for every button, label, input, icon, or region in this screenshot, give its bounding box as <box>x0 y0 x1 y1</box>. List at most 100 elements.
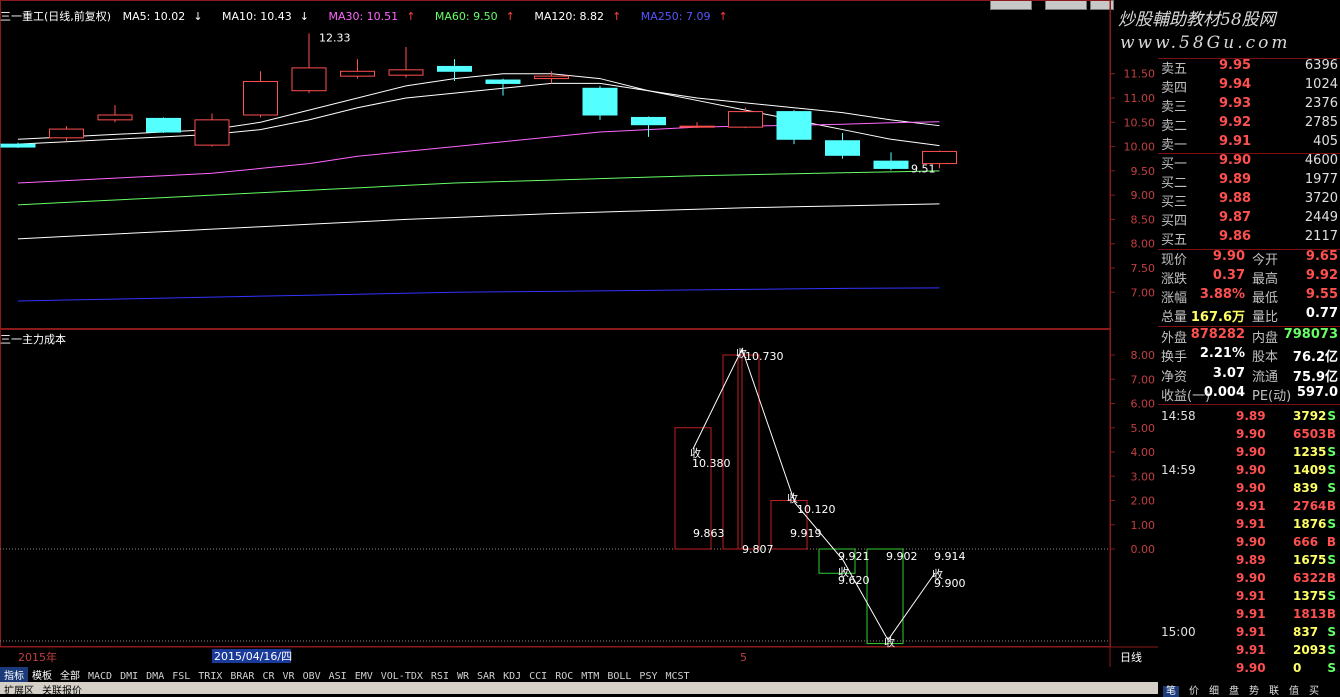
ma120-line <box>17 203 940 240</box>
tick-price: 9.90 <box>1236 463 1266 477</box>
stat-value: 167.6万 <box>1190 310 1245 325</box>
stat-label: 涨幅 <box>1161 291 1188 306</box>
tab-trix[interactable]: TRIX <box>194 671 226 682</box>
stat-value: 0.77 <box>1305 306 1338 321</box>
stat-label: 最低 <box>1252 291 1279 306</box>
bottom-link[interactable]: 扩展区 <box>4 686 34 697</box>
tick-side: S <box>1327 553 1336 567</box>
tick-volume: 1409 <box>1293 463 1327 477</box>
tick-side: S <box>1327 517 1336 531</box>
side-tabs: 笔价细盘势联值买 <box>1158 682 1340 697</box>
candle-body <box>679 125 715 128</box>
side-tab[interactable]: 买 <box>1309 686 1319 697</box>
tab-vr[interactable]: VR <box>279 671 299 682</box>
ind-axis-label: 0.00 <box>1131 543 1156 556</box>
tab-boll[interactable]: BOLL <box>603 671 635 682</box>
side-tab[interactable]: 笔 <box>1163 686 1179 697</box>
tab-wr[interactable]: WR <box>453 671 473 682</box>
ind-axis-label: 8.00 <box>1131 349 1156 362</box>
tab-kdj[interactable]: KDJ <box>499 671 525 682</box>
side-tab[interactable]: 价 <box>1189 686 1199 697</box>
tab-dma[interactable]: DMA <box>142 671 168 682</box>
tick-price: 9.90 <box>1236 535 1266 549</box>
orderbook-label: 卖四 <box>1161 81 1188 96</box>
tab-macd[interactable]: MACD <box>84 671 116 682</box>
stat-value: 597.0 <box>1296 385 1338 400</box>
orderbook-row: 买一 9.90 4600 <box>1161 153 1338 172</box>
candle-body <box>49 128 84 139</box>
tab-mtm[interactable]: MTM <box>577 671 603 682</box>
tick-row: 9.91 2093 S <box>1161 643 1338 661</box>
tab-cci[interactable]: CCI <box>525 671 551 682</box>
tab-emv[interactable]: EMV <box>351 671 377 682</box>
date-month: 5 <box>740 651 747 664</box>
orderbook-row: 买三 9.88 3720 <box>1161 191 1338 210</box>
stat-label: PE(动) <box>1252 389 1292 404</box>
tab-vol-tdx[interactable]: VOL-TDX <box>377 671 427 682</box>
orderbook-price: 9.90 <box>1219 153 1252 168</box>
tab-obv[interactable]: OBV <box>299 671 325 682</box>
stat-row: 涨幅 3.88% 最低 9.55 <box>1161 287 1338 306</box>
price-axis-label: 11.50 <box>1124 68 1156 81</box>
side-tab[interactable]: 盘 <box>1229 686 1239 697</box>
kline-chart[interactable]: 2015年2015/04/16/四5日线+ - 0 12.339.51 11.5… <box>0 0 1158 667</box>
main-pane-frame <box>0 0 1111 329</box>
tab-cr[interactable]: CR <box>258 671 278 682</box>
stat-value: 76.2亿 <box>1292 350 1338 365</box>
tick-price: 9.90 <box>1236 571 1266 585</box>
orderbook-price: 9.93 <box>1219 96 1252 111</box>
indicator-title: 三一主力成本 <box>0 333 66 346</box>
tick-price: 9.91 <box>1236 517 1266 531</box>
tab-roc[interactable]: ROC <box>551 671 577 682</box>
cost-bar-inner <box>737 354 743 550</box>
tab-brar[interactable]: BRAR <box>226 671 258 682</box>
side-tab[interactable]: 联 <box>1269 686 1279 697</box>
tab-fsl[interactable]: FSL <box>168 671 194 682</box>
orderbook-volume: 3720 <box>1304 191 1338 206</box>
tab-模板[interactable]: 模板 <box>28 667 56 682</box>
tick-row: 9.91 2764 B <box>1161 499 1338 517</box>
stat-row: 收益(一) 0.004 PE(动) 597.0 <box>1161 385 1338 404</box>
ma250-line <box>17 287 940 302</box>
orderbook-row: 卖五 9.95 6396 <box>1161 58 1338 77</box>
tab-psy[interactable]: PSY <box>635 671 661 682</box>
candle-body <box>534 75 569 80</box>
collect-marker: 收 <box>690 446 701 460</box>
tab-dmi[interactable]: DMI <box>116 671 142 682</box>
stat-value: 2.21% <box>1199 346 1245 361</box>
date-year: 2015年 <box>18 650 57 664</box>
price-axis-label: 8.00 <box>1131 238 1156 251</box>
ind-value-label: 10.730 <box>745 350 784 363</box>
price-axis-label: 7.50 <box>1131 262 1156 275</box>
tick-volume: 666 <box>1293 535 1319 549</box>
tab-sar[interactable]: SAR <box>473 671 499 682</box>
orderbook-volume: 4600 <box>1304 153 1338 168</box>
ind-value-label: 9.902 <box>886 550 918 563</box>
side-tab[interactable]: 势 <box>1249 686 1259 697</box>
tick-row: 14:58 9.89 3792 S <box>1161 409 1338 427</box>
tab-mcst[interactable]: MCST <box>661 671 693 682</box>
bottom-link[interactable]: 关联报价 <box>42 686 82 697</box>
tab-指标[interactable]: 指标 <box>0 667 28 682</box>
tab-全部[interactable]: 全部 <box>56 667 84 682</box>
tick-price: 9.89 <box>1236 553 1266 567</box>
tick-row: 9.90 666 B <box>1161 535 1338 553</box>
tab-asi[interactable]: ASI <box>325 671 351 682</box>
tick-price: 9.91 <box>1236 625 1266 639</box>
ma10-value: MA10: 10.43 ↓ <box>222 10 309 23</box>
ma-legend: 三一重工(日线,前复权) MA5: 10.02 ↓ MA10: 10.43 ↓ MA… <box>0 8 744 24</box>
ind-axis-label: 1.00 <box>1131 519 1156 532</box>
tick-time: 14:58 <box>1161 409 1196 423</box>
stat-value: 798073 <box>1283 327 1338 342</box>
tab-rsi[interactable]: RSI <box>427 671 453 682</box>
ma60-value: MA60: 9.50 ↑ <box>434 10 515 23</box>
side-tab[interactable]: 值 <box>1289 686 1299 697</box>
collect-marker: 收 <box>787 491 798 505</box>
stat-label: 外盘 <box>1161 331 1188 346</box>
stat-value: 75.9亿 <box>1292 370 1338 385</box>
ind-axis-label: 4.00 <box>1131 446 1156 459</box>
ind-value-label: 10.120 <box>797 503 836 516</box>
stat-row: 涨跌 0.37 最高 9.92 <box>1161 268 1338 287</box>
stat-label: 换手 <box>1161 350 1188 365</box>
side-tab[interactable]: 细 <box>1209 686 1219 697</box>
